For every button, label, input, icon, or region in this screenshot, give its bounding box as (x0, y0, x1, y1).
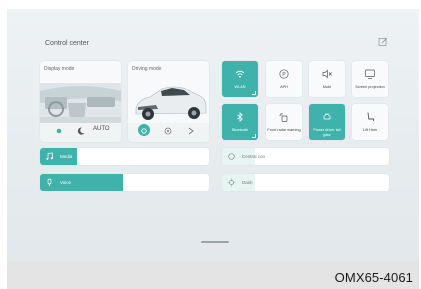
home-indicator[interactable] (201, 241, 229, 243)
media-volume-slider[interactable]: Media (40, 148, 209, 165)
microphone-icon (47, 178, 52, 187)
wifi-icon (235, 70, 245, 78)
sport-mode-icon (188, 127, 194, 135)
aph-toggle[interactable]: P APH (266, 61, 302, 97)
dash-label: Dash (242, 180, 253, 185)
wlan-toggle[interactable]: WLAN (222, 61, 258, 97)
lift-hom-toggle[interactable]: Lift Hom (352, 104, 388, 140)
voice-volume-slider[interactable]: Voice (40, 174, 209, 191)
expand-corner-icon (252, 134, 256, 138)
media-volume-label: Media (60, 154, 73, 159)
brightness-icon (228, 153, 235, 160)
central-control-brightness-slider[interactable]: Central con (222, 148, 389, 165)
wlan-label: WLAN (234, 85, 246, 89)
screen-projection-icon (365, 69, 375, 79)
front-radar-icon (279, 113, 288, 122)
front-radar-toggle[interactable]: Front radar warning (266, 104, 302, 140)
voice-volume-label: Voice (60, 180, 72, 185)
bluetooth-icon (237, 112, 243, 122)
front-radar-label: Front radar warning (267, 128, 301, 132)
mute-label: Mute (322, 85, 332, 89)
sport-mode-button[interactable] (185, 124, 197, 136)
mute-toggle[interactable]: Mute (309, 61, 345, 97)
caption-bar: OMX65-4061 (7, 261, 419, 289)
dark-mode-button[interactable] (75, 124, 87, 136)
reference-code: OMX65-4061 (334, 270, 413, 285)
moon-icon (77, 127, 85, 135)
tailgate-label: Power driver tail gate (313, 128, 341, 137)
central-control-label: Central con (242, 154, 266, 159)
mute-icon (322, 69, 332, 79)
screen-projection-toggle[interactable]: Screen projection (352, 61, 388, 97)
seat-icon (367, 112, 374, 121)
aph-label: APH (280, 85, 288, 89)
lift-hom-label: Lift Hom (362, 128, 378, 132)
normal-mode-icon (164, 127, 172, 135)
screen-projection-label: Screen projection (355, 85, 385, 89)
eco-icon (141, 128, 147, 134)
eco-mode-button[interactable] (138, 124, 150, 136)
page-title: Control center (45, 40, 89, 47)
expand-corner-icon (252, 91, 256, 95)
normal-mode-button[interactable] (162, 124, 174, 136)
driving-mode-card[interactable]: Driving mode (128, 61, 209, 142)
bluetooth-toggle[interactable]: Bluetooth (222, 104, 258, 140)
sun-icon (56, 128, 62, 134)
svg-text:P: P (282, 72, 286, 78)
dash-brightness-slider[interactable]: Dash (222, 174, 389, 191)
display-mode-card[interactable]: Display mode AUTO (40, 61, 121, 142)
edit-icon[interactable] (378, 37, 388, 47)
tailgate-toggle[interactable]: Power driver tail gate (309, 104, 345, 140)
aph-icon: P (279, 69, 289, 79)
tailgate-icon (323, 113, 331, 120)
bluetooth-label: Bluetooth (231, 128, 249, 132)
light-mode-button[interactable] (53, 124, 65, 136)
music-icon (46, 152, 53, 160)
auto-mode-button[interactable]: AUTO (93, 126, 110, 132)
brightness-icon (227, 178, 236, 187)
